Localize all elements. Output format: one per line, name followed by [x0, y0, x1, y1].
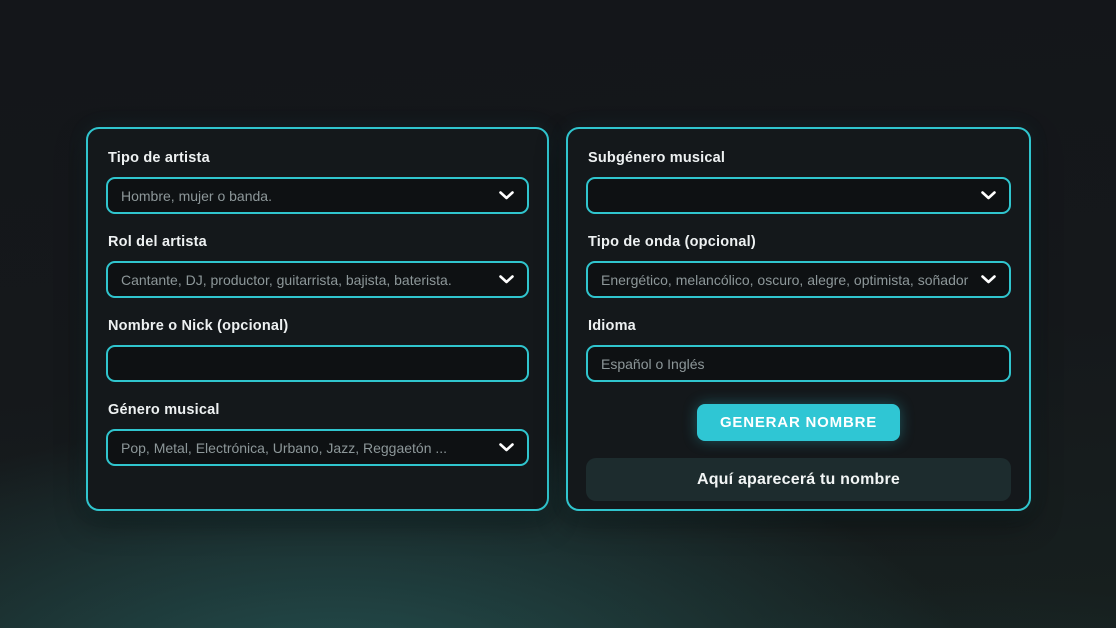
chevron-down-icon	[499, 191, 514, 200]
tipo-de-onda-placeholder: Energético, melancólico, oscuro, alegre,…	[601, 272, 973, 288]
genero-musical-select[interactable]: Pop, Metal, Electrónica, Urbano, Jazz, R…	[106, 429, 529, 466]
field-tipo-de-artista: Tipo de artista Hombre, mujer o banda.	[106, 150, 529, 214]
field-genero-musical: Género musical Pop, Metal, Electrónica, …	[106, 402, 529, 466]
subgenero-musical-select[interactable]	[586, 177, 1011, 214]
generate-button-row: GENERAR NOMBRE	[586, 404, 1011, 441]
nombre-o-nick-field-wrap	[106, 345, 529, 382]
genero-musical-placeholder: Pop, Metal, Electrónica, Urbano, Jazz, R…	[121, 440, 491, 456]
generate-name-button[interactable]: GENERAR NOMBRE	[697, 404, 900, 441]
idioma-field-wrap	[586, 345, 1011, 382]
chevron-down-icon	[981, 191, 996, 200]
chevron-down-icon	[981, 275, 996, 284]
tipo-de-artista-placeholder: Hombre, mujer o banda.	[121, 188, 491, 204]
field-nombre-o-nick: Nombre o Nick (opcional)	[106, 318, 529, 382]
field-idioma: Idioma	[586, 318, 1011, 382]
rol-del-artista-select[interactable]: Cantante, DJ, productor, guitarrista, ba…	[106, 261, 529, 298]
idioma-label: Idioma	[588, 318, 1009, 334]
field-subgenero-musical: Subgénero musical	[586, 150, 1011, 214]
field-rol-del-artista: Rol del artista Cantante, DJ, productor,…	[106, 234, 529, 298]
chevron-down-icon	[499, 275, 514, 284]
tipo-de-artista-select[interactable]: Hombre, mujer o banda.	[106, 177, 529, 214]
rol-del-artista-placeholder: Cantante, DJ, productor, guitarrista, ba…	[121, 272, 491, 288]
genero-musical-label: Género musical	[108, 402, 527, 418]
artist-form-panel: Tipo de artista Hombre, mujer o banda. R…	[86, 127, 549, 511]
chevron-down-icon	[499, 443, 514, 452]
generator-panel: Subgénero musical Tipo de onda (opcional…	[566, 127, 1031, 511]
generated-name-result: Aquí aparecerá tu nombre	[586, 458, 1011, 501]
subgenero-musical-label: Subgénero musical	[588, 150, 1009, 166]
tipo-de-onda-select[interactable]: Energético, melancólico, oscuro, alegre,…	[586, 261, 1011, 298]
nombre-o-nick-input[interactable]	[121, 356, 514, 372]
rol-del-artista-label: Rol del artista	[108, 234, 527, 250]
idioma-input[interactable]	[601, 356, 996, 372]
tipo-de-onda-label: Tipo de onda (opcional)	[588, 234, 1009, 250]
tipo-de-artista-label: Tipo de artista	[108, 150, 527, 166]
nombre-o-nick-label: Nombre o Nick (opcional)	[108, 318, 527, 334]
field-tipo-de-onda: Tipo de onda (opcional) Energético, mela…	[586, 234, 1011, 298]
